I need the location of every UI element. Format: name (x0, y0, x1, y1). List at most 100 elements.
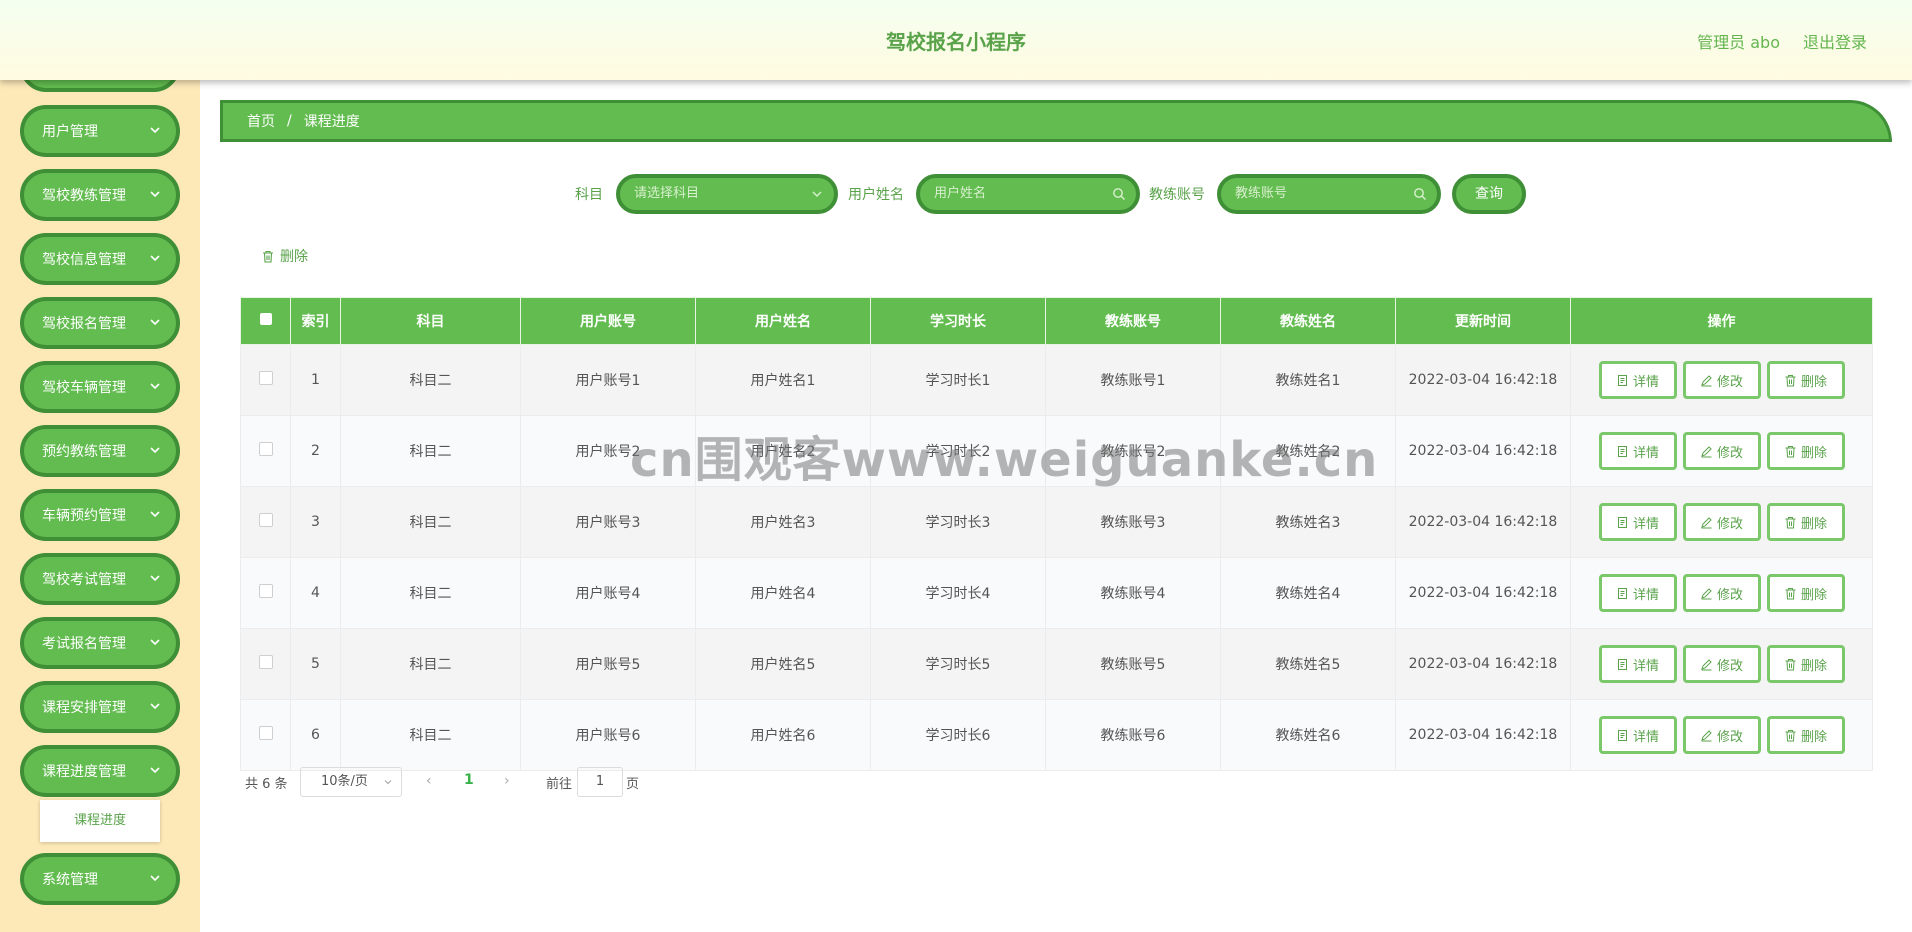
cell-coach-account: 教练账号1 (1045, 344, 1221, 416)
sidebar-item-system[interactable]: 系统管理 (20, 853, 180, 905)
trash-icon (1785, 374, 1796, 386)
edit-button[interactable]: 修改 (1682, 503, 1761, 541)
row-checkbox[interactable] (258, 584, 273, 598)
top-header: 驾校报名小程序 管理员 abo 退出登录 (0, 0, 1912, 80)
cell-name: 用户姓名6 (695, 699, 871, 771)
sidebar-item-course-progress[interactable]: 课程进度管理 (20, 745, 180, 797)
select-all-checkbox[interactable] (259, 313, 272, 325)
delete-button[interactable]: 删除 (1766, 645, 1845, 683)
document-icon (1617, 729, 1627, 741)
logout-link[interactable]: 退出登录 (1803, 29, 1867, 53)
edit-label: 修改 (1716, 516, 1743, 532)
sidebar-item-label: 车辆预约管理 (42, 508, 126, 524)
sidebar-item-enrollment[interactable]: 驾校报名管理 (20, 297, 180, 349)
cell-updated: 2022-03-04 16:42:18 (1395, 699, 1571, 771)
column-header: 教练账号 (1045, 297, 1221, 345)
detail-button[interactable]: 详情 (1598, 645, 1677, 683)
coach-search-input[interactable]: 教练账号 (1217, 174, 1441, 214)
page-size-value: 10条/页 (321, 774, 368, 789)
page-size-select[interactable]: 10条/页 (300, 767, 402, 797)
edit-button[interactable]: 修改 (1682, 574, 1761, 612)
cell-duration: 学习时长6 (870, 699, 1046, 771)
sidebar-item-coach-management[interactable]: 驾校教练管理 (20, 169, 180, 221)
chevron-down-icon (150, 319, 160, 326)
trash-icon (1785, 587, 1796, 599)
page-number-current[interactable]: 1 (464, 772, 474, 788)
cell-index: 2 (290, 415, 341, 487)
sidebar-item-exams[interactable]: 驾校考试管理 (20, 553, 180, 605)
goto-page-input[interactable]: 1 (577, 767, 623, 797)
edit-button[interactable]: 修改 (1682, 716, 1761, 754)
sidebar-item-school-info[interactable]: 驾校信息管理 (20, 233, 180, 285)
delete-button[interactable]: 删除 (1766, 716, 1845, 754)
cell-coach-account: 教练账号4 (1045, 557, 1221, 629)
next-page-button[interactable]: › (504, 773, 510, 789)
column-header: 教练姓名 (1220, 297, 1396, 345)
search-button[interactable]: 查询 (1452, 174, 1526, 214)
detail-button[interactable]: 详情 (1598, 574, 1677, 612)
app-title: 驾校报名小程序 (886, 30, 1026, 54)
trash-icon (263, 250, 273, 263)
cell-duration: 学习时长1 (870, 344, 1046, 416)
detail-button[interactable]: 详情 (1598, 361, 1677, 399)
search-icon (1113, 188, 1125, 200)
table-row[interactable]: 1 科目二 用户账号1 用户姓名1 学习时长1 教练账号1 教练姓名1 2022-03-04 … (240, 344, 1873, 416)
column-header: 更新时间 (1395, 297, 1571, 345)
detail-label: 详情 (1632, 658, 1659, 674)
row-select-cell (240, 486, 291, 558)
goto-label: 前往 (546, 777, 573, 792)
edit-button[interactable]: 修改 (1682, 361, 1761, 399)
table-row[interactable]: 3 科目二 用户账号3 用户姓名3 学习时长3 教练账号3 教练姓名3 2022-03-04 … (240, 486, 1873, 558)
cell-updated: 2022-03-04 16:42:18 (1395, 557, 1571, 629)
edit-button[interactable]: 修改 (1682, 432, 1761, 470)
sidebar-item-label: 预约教练管理 (42, 444, 126, 460)
column-header: 学习时长 (870, 297, 1046, 345)
document-icon (1617, 587, 1627, 599)
detail-button[interactable]: 详情 (1598, 716, 1677, 754)
username-search-input[interactable]: 用户姓名 (916, 174, 1140, 214)
cell-updated: 2022-03-04 16:42:18 (1395, 628, 1571, 700)
detail-label: 详情 (1632, 587, 1659, 603)
table-row[interactable]: 4 科目二 用户账号4 用户姓名4 学习时长4 教练账号4 教练姓名4 2022-03-04 … (240, 557, 1873, 629)
detail-button[interactable]: 详情 (1598, 503, 1677, 541)
row-checkbox[interactable] (258, 513, 273, 527)
data-table: 索引 科目 用户账号 用户姓名 学习时长 教练账号 教练姓名 更新时间 操作 1… (240, 297, 1873, 771)
sidebar-item-user-management[interactable]: 用户管理 (20, 105, 180, 157)
sidebar-item-course-schedule[interactable]: 课程安排管理 (20, 681, 180, 733)
table-row[interactable]: 6 科目二 用户账号6 用户姓名6 学习时长6 教练账号6 教练姓名6 2022-03-04 … (240, 699, 1873, 771)
row-checkbox[interactable] (258, 442, 273, 456)
sidebar-item-vehicles[interactable]: 驾校车辆管理 (20, 361, 180, 413)
sidebar-item-exam-registration[interactable]: 考试报名管理 (20, 617, 180, 669)
row-checkbox[interactable] (258, 726, 273, 740)
sidebar-item-coach-booking[interactable]: 预约教练管理 (20, 425, 180, 477)
row-checkbox[interactable] (258, 371, 273, 385)
cell-coach-name: 教练姓名3 (1220, 486, 1396, 558)
cell-updated: 2022-03-04 16:42:18 (1395, 344, 1571, 416)
cell-index: 5 (290, 628, 341, 700)
delete-button[interactable]: 删除 (1766, 574, 1845, 612)
trash-icon (1785, 658, 1796, 670)
edit-label: 修改 (1716, 587, 1743, 603)
sidebar-item-label: 驾校报名管理 (42, 316, 126, 332)
delete-button[interactable]: 删除 (1766, 432, 1845, 470)
cell-coach-account: 教练账号3 (1045, 486, 1221, 558)
cell-updated: 2022-03-04 16:42:18 (1395, 486, 1571, 558)
edit-button[interactable]: 修改 (1682, 645, 1761, 683)
row-actions: 详情 修改 删除 (1570, 699, 1873, 771)
cell-subject: 科目二 (340, 486, 521, 558)
delete-button[interactable]: 删除 (1766, 503, 1845, 541)
cell-coach-name: 教练姓名4 (1220, 557, 1396, 629)
row-checkbox[interactable] (258, 655, 273, 669)
table-row[interactable]: 5 科目二 用户账号5 用户姓名5 学习时长5 教练账号5 教练姓名5 2022-03-04 … (240, 628, 1873, 700)
delete-button[interactable]: 删除 (1766, 361, 1845, 399)
sidebar-item-vehicle-booking[interactable]: 车辆预约管理 (20, 489, 180, 541)
detail-button[interactable]: 详情 (1598, 432, 1677, 470)
prev-page-button[interactable]: ‹ (426, 773, 432, 789)
row-select-cell (240, 699, 291, 771)
submenu-item-course-progress[interactable]: 课程进度 (40, 800, 160, 842)
cell-account: 用户账号3 (520, 486, 696, 558)
subject-select[interactable]: 请选择科目 (616, 174, 838, 214)
breadcrumb-home[interactable]: 首页 (247, 111, 275, 131)
edit-label: 修改 (1716, 445, 1743, 461)
batch-delete-button[interactable]: 删除 (262, 246, 308, 266)
